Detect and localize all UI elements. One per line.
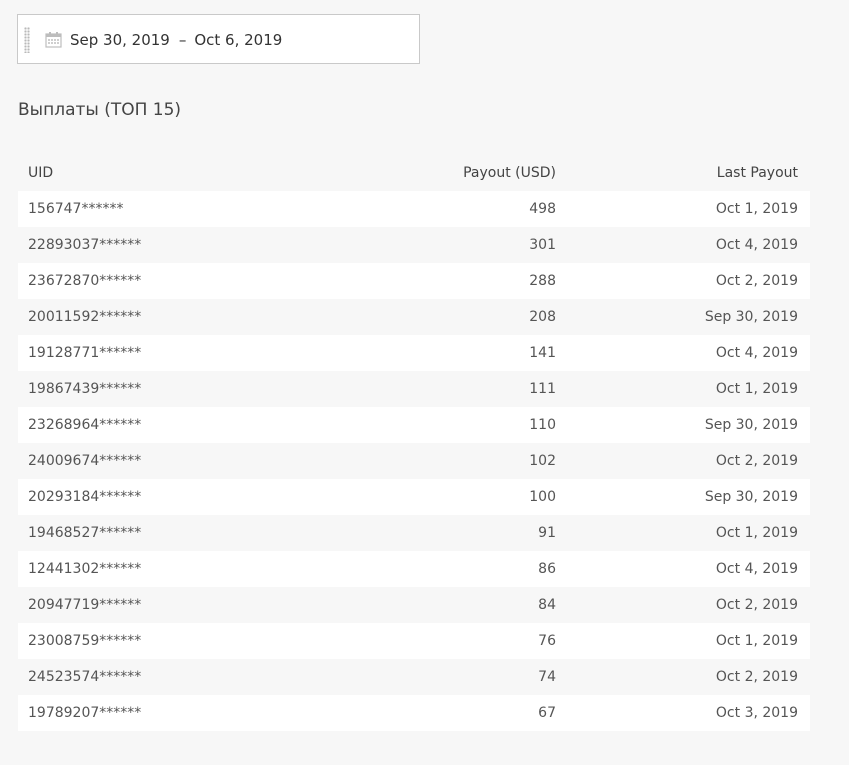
table-row: 24009674****** 102 Oct 2, 2019 (18, 443, 810, 479)
payout-cell: 91 (538, 525, 556, 541)
date-range-picker[interactable]: Sep 30, 2019– Oct 6, 2019 (17, 14, 420, 64)
payout-cell: 141 (328, 335, 556, 371)
section-title: Выплаты (ТОП 15) (18, 100, 182, 120)
payout-cell: 288 (328, 263, 556, 299)
payout-cell: 102 (529, 453, 556, 469)
uid-cell: 12441302****** (18, 551, 328, 587)
calendar-icon (45, 32, 62, 48)
table-header-row: UID Payout (USD) Last Payout (18, 155, 810, 191)
last-payout-cell: Sep 30, 2019 (556, 407, 810, 443)
table-row: 19867439****** 111 Oct 1, 2019 (18, 371, 810, 407)
column-header-uid: UID (28, 165, 54, 181)
uid-cell: 19128771****** (18, 335, 328, 371)
column-header-payout: Payout (USD) (463, 165, 556, 181)
table-row: 23672870****** 288 Oct 2, 2019 (18, 263, 810, 299)
date-range-text[interactable]: Sep 30, 2019– Oct 6, 2019 (70, 15, 282, 65)
table-row: 22893037****** 301 Oct 4, 2019 (18, 227, 810, 263)
uid-cell: 23672870****** (18, 263, 328, 299)
table-row: 24523574****** 74 Oct 2, 2019 (18, 659, 810, 695)
uid-cell: 20293184****** (18, 479, 328, 515)
payout-cell: 208 (529, 309, 556, 325)
table-row: 20011592****** 208 Sep 30, 2019 (18, 299, 810, 335)
uid-cell: 24523574****** (28, 669, 142, 685)
uid-cell: 19468527****** (28, 525, 142, 541)
table-row: 23008759****** 76 Oct 1, 2019 (18, 623, 810, 659)
payout-cell: 301 (529, 237, 556, 253)
uid-cell: 19789207****** (18, 695, 328, 731)
payout-cell: 76 (328, 623, 556, 659)
last-payout-cell: Oct 1, 2019 (715, 381, 798, 397)
table-body: 156747****** 498 Oct 1, 2019 22893037******… (18, 191, 810, 731)
drag-handle-icon[interactable] (24, 27, 30, 53)
table-row: 19468527****** 91 Oct 1, 2019 (18, 515, 810, 551)
last-payout-cell: Oct 2, 2019 (715, 597, 798, 613)
payout-cell: 110 (328, 407, 556, 443)
table-row: 20293184****** 100 Sep 30, 2019 (18, 479, 810, 515)
table-row: 23268964****** 110 Sep 30, 2019 (18, 407, 810, 443)
table-row: 156747****** 498 Oct 1, 2019 (18, 191, 810, 227)
uid-cell: 23268964****** (18, 407, 328, 443)
payout-cell: 498 (328, 191, 556, 227)
last-payout-cell: Oct 2, 2019 (715, 453, 798, 469)
date-range-start: Sep 30, 2019 (70, 31, 170, 49)
date-range-separator: – (178, 31, 187, 49)
payout-cell: 111 (529, 381, 556, 397)
date-range-end: Oct 6, 2019 (194, 31, 283, 49)
uid-cell: 23008759****** (18, 623, 328, 659)
table-row: 19789207****** 67 Oct 3, 2019 (18, 695, 810, 731)
table-row: 20947719****** 84 Oct 2, 2019 (18, 587, 810, 623)
last-payout-cell: Oct 4, 2019 (556, 335, 810, 371)
table-row: 19128771****** 141 Oct 4, 2019 (18, 335, 810, 371)
uid-cell: 156747****** (18, 191, 328, 227)
last-payout-cell: Oct 4, 2019 (715, 237, 798, 253)
last-payout-cell: Sep 30, 2019 (704, 309, 798, 325)
uid-cell: 20947719****** (28, 597, 142, 613)
payout-cell: 84 (538, 597, 556, 613)
last-payout-cell: Oct 4, 2019 (556, 551, 810, 587)
last-payout-cell: Sep 30, 2019 (556, 479, 810, 515)
payout-table: UID Payout (USD) Last Payout 156747*****… (18, 155, 810, 731)
last-payout-cell: Oct 1, 2019 (715, 525, 798, 541)
last-payout-cell: Oct 1, 2019 (556, 623, 810, 659)
payout-cell: 67 (328, 695, 556, 731)
last-payout-cell: Oct 2, 2019 (556, 263, 810, 299)
column-header-last-payout: Last Payout (716, 165, 798, 181)
last-payout-cell: Oct 3, 2019 (556, 695, 810, 731)
uid-cell: 19867439****** (28, 381, 142, 397)
payout-cell: 74 (538, 669, 556, 685)
last-payout-cell: Oct 2, 2019 (715, 669, 798, 685)
uid-cell: 24009674****** (28, 453, 142, 469)
uid-cell: 22893037****** (28, 237, 142, 253)
table-row: 12441302****** 86 Oct 4, 2019 (18, 551, 810, 587)
payout-cell: 86 (328, 551, 556, 587)
payout-cell: 100 (328, 479, 556, 515)
last-payout-cell: Oct 1, 2019 (556, 191, 810, 227)
uid-cell: 20011592****** (28, 309, 142, 325)
